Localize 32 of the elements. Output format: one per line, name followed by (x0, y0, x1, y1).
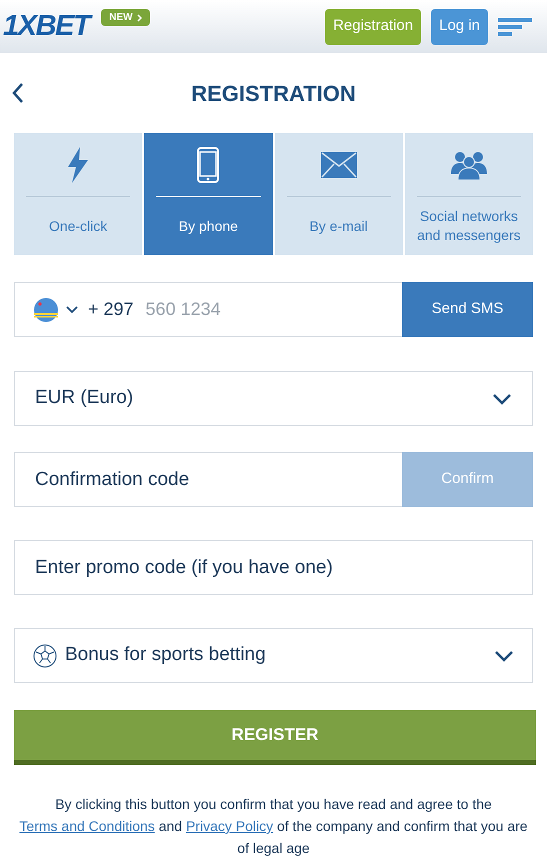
people-icon (450, 150, 487, 180)
envelope-icon (320, 152, 357, 178)
phone-icon (197, 146, 220, 182)
register-button[interactable]: REGISTER (14, 710, 536, 765)
registration-tab[interactable]: By phone (144, 133, 272, 255)
currency-select[interactable]: EUR (Euro) (14, 371, 533, 426)
bonus-select[interactable]: Bonus for sports betting (14, 628, 533, 683)
registration-tab[interactable]: Social networks and messengers (404, 133, 533, 255)
chevron-right-icon (136, 14, 142, 22)
send-sms-button[interactable]: Send SMS (402, 282, 533, 337)
legal-link[interactable]: Privacy Policy (186, 818, 274, 834)
menu-icon[interactable] (498, 18, 532, 36)
phone-input[interactable]: 560 1234 (134, 282, 402, 337)
lightning-icon (66, 146, 90, 182)
flag-icon (34, 298, 58, 322)
country-code: + 297 (88, 298, 134, 321)
chevron-down-icon (494, 650, 514, 662)
legal-notice: By clicking this button you confirm that you have read and agree to the Terms and Conditions and Privacy Policy of the company and confirm that you are of legal age (18, 795, 529, 858)
registration-button[interactable]: Registration (325, 8, 422, 44)
registration-tab[interactable]: One-click (14, 133, 142, 255)
chevron-down-icon (492, 392, 512, 404)
promo-code-input[interactable]: Enter promo code (if you have one) (14, 540, 533, 595)
legal-link[interactable]: Terms and Conditions (19, 818, 155, 834)
caret-icon (66, 306, 78, 314)
soccer-ball-icon (33, 644, 57, 668)
login-button[interactable]: Log in (431, 8, 488, 44)
logo[interactable]: 1XBET (3, 4, 90, 48)
page-title: REGISTRATION (191, 80, 356, 106)
back-icon[interactable] (12, 82, 24, 104)
new-badge[interactable]: NEW (101, 9, 150, 26)
registration-tab[interactable]: By e-mail (274, 133, 403, 255)
country-code-selector[interactable]: + 297 (14, 282, 134, 337)
